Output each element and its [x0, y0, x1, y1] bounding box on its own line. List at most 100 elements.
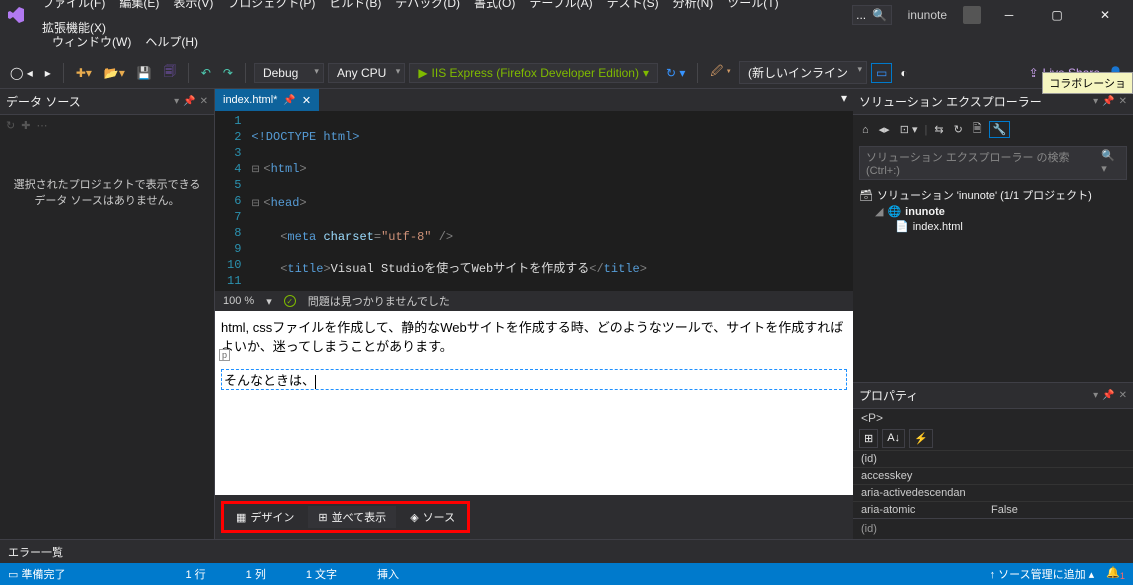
- dropdown-icon[interactable]: ▾: [174, 96, 179, 107]
- issues-text: 問題は見つかりませんでした: [308, 293, 450, 309]
- start-debug-button[interactable]: ▶ IIS Express (Firefox Developer Edition…: [409, 63, 658, 83]
- categorized-icon[interactable]: ⊞: [859, 429, 878, 448]
- open-file-button[interactable]: 📂▾: [100, 64, 129, 82]
- element-tag-badge: p: [219, 349, 230, 361]
- html-file-icon: 📄: [895, 220, 909, 233]
- zoom-level[interactable]: 100 %: [223, 295, 254, 307]
- properties-grid[interactable]: (id) accesskey aria-activedescendan aria…: [853, 450, 1133, 518]
- code-editor[interactable]: 123456789101112 <!DOCTYPE html> ⊟<html> …: [215, 111, 853, 291]
- tab-dropdown-icon[interactable]: ▾: [835, 89, 853, 111]
- preview-paragraph-1: html, cssファイルを作成して、静的なWebサイトを作成する時、どのような…: [221, 317, 847, 355]
- quick-launch-search[interactable]: ... 🔍: [852, 5, 892, 25]
- window-maximize-button[interactable]: ▢: [1037, 3, 1077, 28]
- refresh-icon[interactable]: ↻: [951, 122, 966, 137]
- solution-icon: 🗃: [859, 189, 873, 202]
- alphabetical-icon[interactable]: A↓: [882, 429, 905, 448]
- properties-icon[interactable]: 🔧: [989, 121, 1011, 138]
- dropdown-icon[interactable]: ▾: [1093, 96, 1098, 107]
- no-data-sources-message: 選択されたプロジェクトで表示できるデータ ソースはありません。: [0, 136, 214, 248]
- tab-pin-icon[interactable]: 📌: [283, 95, 295, 106]
- search-icon: 🔍▾: [1101, 149, 1120, 177]
- properties-selection[interactable]: <P>: [853, 409, 1133, 427]
- events-icon[interactable]: ⚡: [909, 429, 933, 448]
- redo-button[interactable]: ↷: [219, 64, 237, 82]
- menu-format[interactable]: 書式(O): [468, 0, 521, 14]
- project-node[interactable]: ◢🌐inunote: [859, 204, 1127, 219]
- menu-tools[interactable]: ツール(T): [721, 0, 784, 14]
- menu-analyze[interactable]: 分析(N): [667, 0, 720, 14]
- target-rule-combo[interactable]: (新しいインライン: [739, 61, 867, 84]
- menu-edit[interactable]: 編集(E): [113, 0, 165, 14]
- menu-table[interactable]: テーブル(A): [523, 0, 598, 14]
- menu-build[interactable]: ビルド(B): [323, 0, 387, 14]
- source-view-tab[interactable]: ◈ ソース: [400, 506, 465, 528]
- menu-help[interactable]: ヘルプ(H): [139, 30, 204, 53]
- save-button[interactable]: 💾: [133, 64, 156, 82]
- source-control-button[interactable]: ↑ ソース管理に追加 ▴: [990, 566, 1095, 582]
- show-overlay-button[interactable]: ▭: [871, 63, 892, 83]
- solution-tree[interactable]: 🗃ソリューション 'inunote' (1/1 プロジェクト) ◢🌐inunot…: [853, 182, 1133, 238]
- menu-project[interactable]: プロジェクト(P): [221, 0, 321, 14]
- menu-test[interactable]: テスト(S): [601, 0, 665, 14]
- titlebar: ファイル(F) 編集(E) 表示(V) プロジェクト(P) ビルド(B) デバッ…: [0, 0, 1133, 30]
- right-panels: ソリューション エクスプローラー ▾📌✕ ⌂ ◂▸ ⊡ ▾ | ⇆ ↻ 🗎 🔧 …: [853, 89, 1133, 539]
- view-mode-tabs: ▦ デザイン ⊞ 並べて表示 ◈ ソース: [215, 495, 853, 539]
- close-panel-icon[interactable]: ✕: [200, 96, 208, 107]
- close-panel-icon[interactable]: ✕: [1119, 96, 1127, 107]
- dropdown-icon[interactable]: ▾: [1093, 390, 1098, 401]
- window-close-button[interactable]: ✕: [1085, 3, 1125, 28]
- pin-icon[interactable]: 📌: [183, 96, 195, 107]
- more-icon[interactable]: ⋯: [36, 119, 47, 132]
- solution-root-node[interactable]: 🗃ソリューション 'inunote' (1/1 プロジェクト): [859, 186, 1127, 204]
- tab-close-icon[interactable]: ✕: [302, 94, 311, 107]
- solution-platform-combo[interactable]: Any CPU: [328, 63, 405, 83]
- new-project-button[interactable]: ✚▾: [72, 64, 96, 82]
- line-number-gutter: 123456789101112: [215, 111, 247, 291]
- nav-back-button[interactable]: ◯ ◂: [6, 64, 37, 82]
- close-panel-icon[interactable]: ✕: [1119, 390, 1127, 401]
- design-view-tab[interactable]: ▦ デザイン: [226, 506, 304, 528]
- solution-search-input[interactable]: ソリューション エクスプローラー の検索 (Ctrl+:)🔍▾: [859, 146, 1127, 180]
- scope-icon[interactable]: ⊡ ▾: [897, 122, 921, 137]
- data-sources-toolbar: ↻ ✚ ⋯: [0, 115, 214, 136]
- browser-link-refresh-button[interactable]: ↻ ▾: [662, 64, 689, 82]
- properties-toolbar: ⊞ A↓ ⚡: [853, 427, 1133, 450]
- undo-button[interactable]: ↶: [197, 64, 215, 82]
- pin-icon[interactable]: 📌: [1102, 96, 1114, 107]
- data-sources-title: データ ソース: [6, 93, 81, 110]
- menu-file[interactable]: ファイル(F): [36, 0, 111, 14]
- file-node-index-html[interactable]: 📄index.html: [859, 219, 1127, 234]
- globe-icon: 🌐: [887, 205, 901, 218]
- tab-index-html[interactable]: index.html* 📌 ✕: [215, 89, 319, 111]
- sync-icon[interactable]: ⇆: [931, 122, 946, 137]
- status-ins: 挿入: [377, 566, 399, 582]
- save-all-button[interactable]: 🗐: [160, 60, 180, 85]
- nav-forward-button[interactable]: ▸: [41, 64, 55, 82]
- solution-config-combo[interactable]: Debug: [254, 63, 324, 83]
- design-preview[interactable]: html, cssファイルを作成して、静的なWebサイトを作成する時、どのような…: [215, 311, 853, 495]
- show-all-icon[interactable]: 🗎: [970, 119, 985, 140]
- menu-view[interactable]: 表示(V): [167, 0, 219, 14]
- user-avatar-icon[interactable]: [963, 6, 981, 24]
- vs-logo-icon: [8, 7, 24, 23]
- refresh-icon[interactable]: ↻: [6, 119, 15, 132]
- home-icon[interactable]: ⌂: [859, 123, 872, 137]
- add-icon[interactable]: ✚: [21, 119, 30, 132]
- collab-tooltip: コラボレーショ: [1042, 72, 1133, 94]
- status-bar: ▭ 準備完了 1 行 1 列 1 文字 挿入 ↑ ソース管理に追加 ▴ 🔔1: [0, 563, 1133, 585]
- new-inline-style-button[interactable]: 🖉 ▾: [706, 60, 735, 85]
- collapse-icon[interactable]: ◂▸: [876, 122, 893, 137]
- status-line: 1 行: [185, 566, 205, 582]
- notifications-icon[interactable]: 🔔1: [1106, 566, 1125, 581]
- menu-window[interactable]: ウィンドウ(W): [46, 30, 137, 53]
- preview-paragraph-2-selected[interactable]: そんなときは、: [221, 369, 847, 390]
- signed-in-user[interactable]: inunote: [908, 8, 947, 22]
- split-view-tab[interactable]: ⊞ 並べて表示: [308, 506, 396, 528]
- solution-toolbar: ⌂ ◂▸ ⊡ ▾ | ⇆ ↻ 🗎 🔧: [853, 115, 1133, 144]
- pin-icon[interactable]: 📌: [1102, 390, 1114, 401]
- code-content[interactable]: <!DOCTYPE html> ⊟<html> ⊟<head> <meta ch…: [247, 111, 712, 291]
- menu-debug[interactable]: デバッグ(D): [389, 0, 466, 14]
- error-list-panel-title[interactable]: エラー一覧: [0, 539, 1133, 563]
- toggle-button[interactable]: ◐: [896, 64, 911, 82]
- window-minimize-button[interactable]: ─: [989, 3, 1029, 28]
